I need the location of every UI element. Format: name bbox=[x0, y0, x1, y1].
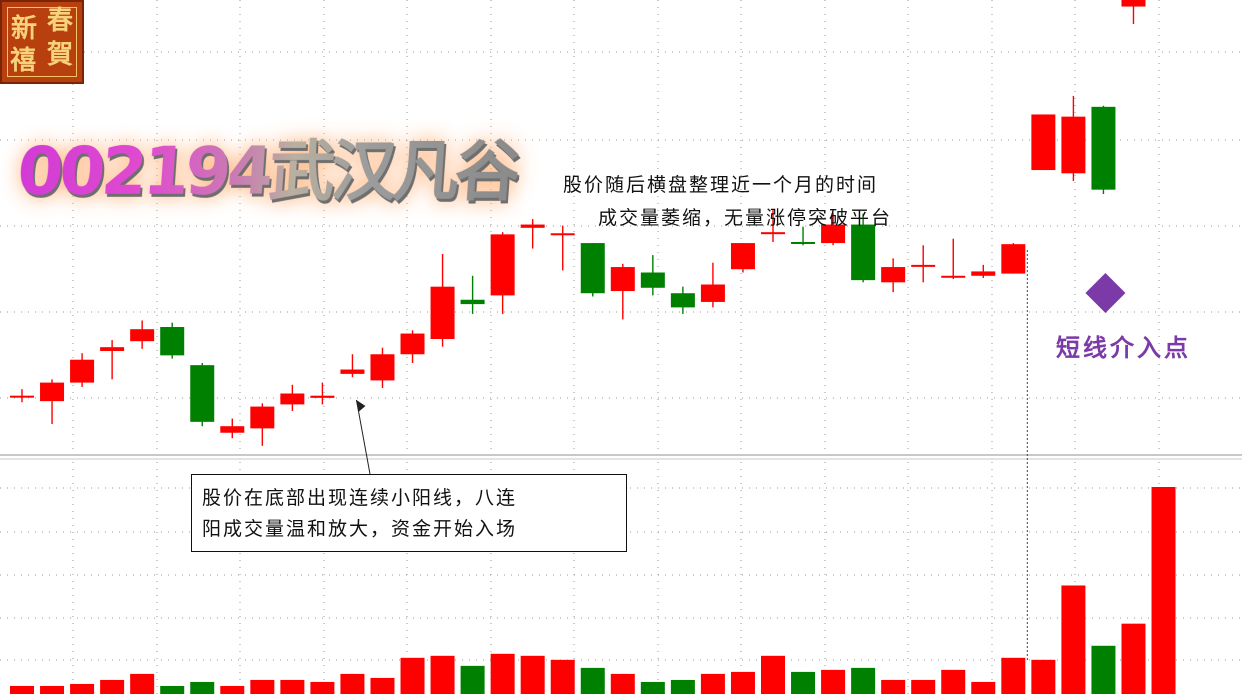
volume-bar bbox=[490, 653, 515, 694]
candle-body bbox=[610, 267, 635, 292]
volume-bar bbox=[550, 659, 575, 694]
candle-body bbox=[160, 327, 185, 356]
candle-body bbox=[10, 395, 34, 398]
candle-body bbox=[70, 359, 95, 383]
seal-char: 賀 bbox=[47, 40, 74, 70]
candle-body bbox=[730, 243, 755, 270]
annotation-arrow-head bbox=[356, 400, 366, 412]
candle-body bbox=[460, 299, 485, 305]
volume-bar bbox=[971, 681, 996, 694]
annotation-box-line2: 阳成交量温和放大，资金开始入场 bbox=[202, 518, 518, 540]
volume-bar bbox=[40, 685, 65, 694]
candle-body bbox=[100, 347, 125, 351]
candle-body bbox=[1061, 116, 1086, 174]
annotation-box: 股价在底部出现连续小阳线，八连 阳成交量温和放大，资金开始入场 bbox=[191, 474, 627, 552]
volume-bar bbox=[610, 673, 635, 694]
volume-bar bbox=[430, 655, 455, 694]
candle-body bbox=[250, 406, 275, 429]
stock-title: 002194武汉凡谷 bbox=[15, 118, 521, 214]
candle-body bbox=[1121, 0, 1146, 7]
volume-bar bbox=[400, 657, 425, 694]
volume-bar bbox=[460, 665, 485, 694]
candle-body bbox=[490, 234, 515, 296]
volume-bar bbox=[640, 681, 665, 694]
volume-bar bbox=[370, 677, 395, 694]
candle-body bbox=[761, 232, 785, 235]
candle-body bbox=[791, 241, 816, 244]
volume-bar bbox=[1151, 487, 1176, 694]
volume-bar bbox=[130, 673, 155, 694]
candle-body bbox=[911, 264, 936, 267]
volume-bar bbox=[190, 681, 215, 694]
volume-bar bbox=[730, 671, 755, 694]
volume-bar bbox=[160, 685, 185, 694]
candle-body bbox=[1031, 114, 1056, 171]
candle-body bbox=[550, 233, 575, 236]
volume-bar bbox=[911, 679, 936, 694]
seal-logo: 新 春 禧 賀 bbox=[0, 0, 84, 84]
volume-bar bbox=[340, 673, 365, 694]
volume-bar bbox=[1061, 585, 1086, 694]
volume-bar bbox=[520, 655, 545, 694]
volume-bar bbox=[670, 679, 695, 694]
candle-body bbox=[700, 284, 725, 302]
seal-char: 春 bbox=[47, 6, 74, 36]
candle-body bbox=[280, 393, 305, 405]
candle-body bbox=[130, 329, 155, 342]
volume-bar bbox=[250, 679, 275, 694]
candle-body bbox=[430, 286, 455, 339]
entry-point-label: 短线介入点 bbox=[1056, 334, 1191, 362]
candle-body bbox=[941, 275, 966, 278]
volume-bar bbox=[220, 685, 245, 694]
annotation-top-line2: 成交量萎缩，无量涨停突破平台 bbox=[598, 207, 893, 229]
candle-body bbox=[670, 293, 695, 308]
annotation-box-line1: 股价在底部出现连续小阳线，八连 bbox=[202, 487, 518, 509]
volume-bar bbox=[821, 669, 846, 694]
volume-bar bbox=[1001, 657, 1026, 694]
volume-bar bbox=[851, 667, 876, 694]
volume-bar bbox=[100, 679, 125, 694]
candle-body bbox=[881, 267, 906, 283]
candle-body bbox=[520, 224, 545, 228]
candle-body bbox=[1091, 106, 1116, 190]
candle-body bbox=[40, 382, 65, 402]
volume-bar bbox=[700, 673, 725, 694]
candle-body bbox=[640, 272, 665, 288]
candle-body bbox=[971, 271, 996, 276]
candle-body bbox=[220, 426, 245, 433]
candle-body bbox=[1001, 244, 1026, 274]
candle-body bbox=[190, 365, 215, 422]
volume-bar bbox=[881, 679, 906, 694]
volume-bar bbox=[310, 681, 335, 694]
entry-marker bbox=[1085, 273, 1126, 313]
seal-char: 新 bbox=[11, 14, 38, 44]
volume-bar bbox=[761, 655, 785, 694]
candle-body bbox=[400, 333, 425, 355]
volume-bar bbox=[280, 679, 305, 694]
volume-bar bbox=[1091, 645, 1116, 694]
candle-body bbox=[310, 395, 335, 398]
volume-bar bbox=[70, 683, 95, 694]
volume-bar bbox=[1121, 623, 1146, 694]
volume-bar bbox=[580, 667, 605, 694]
candle-body bbox=[370, 354, 395, 381]
volume-bar bbox=[1031, 659, 1056, 694]
seal-char: 禧 bbox=[10, 46, 37, 76]
price-candles bbox=[10, 0, 1146, 446]
candle-body bbox=[340, 369, 365, 374]
volume-bar bbox=[10, 685, 34, 694]
candle-body bbox=[851, 224, 876, 281]
annotation-top-line1: 股价随后横盘整理近一个月的时间 bbox=[563, 174, 879, 196]
volume-bar bbox=[941, 669, 966, 694]
volume-bar bbox=[791, 671, 816, 694]
candle-body bbox=[580, 243, 605, 294]
